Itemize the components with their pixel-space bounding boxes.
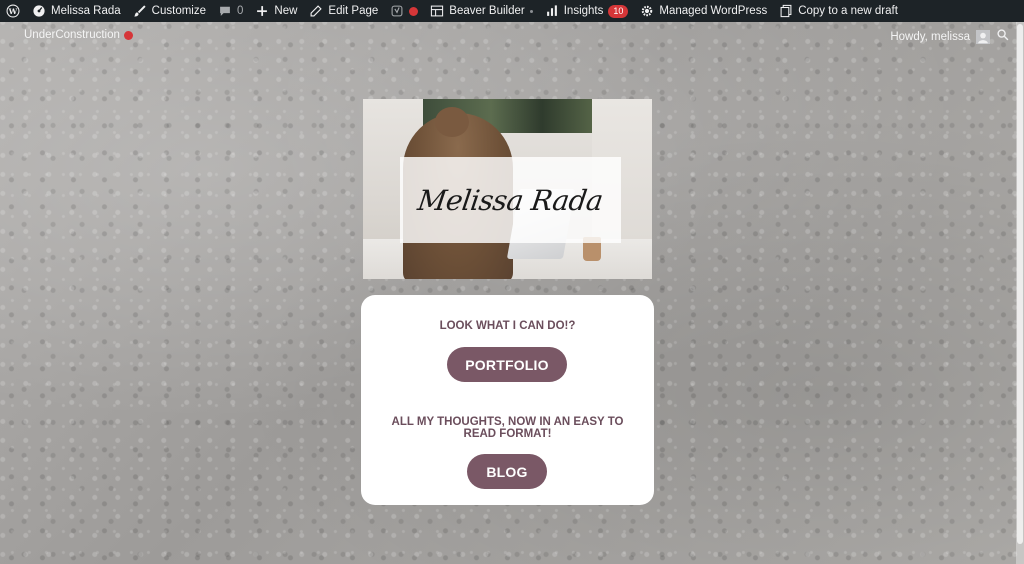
copy-draft-label: Copy to a new draft: [798, 5, 898, 17]
hero-image: Melissa Rada: [363, 99, 652, 279]
yoast-icon: [390, 4, 404, 18]
new-content-button[interactable]: New: [249, 0, 303, 22]
under-construction-status-dot: [123, 30, 133, 40]
edit-page-button[interactable]: Edit Page: [303, 0, 384, 22]
dashboard-gauge-icon: [32, 4, 46, 18]
svg-text:W: W: [8, 7, 18, 16]
beaver-builder-label: Beaver Builder: [449, 5, 525, 17]
links-card: LOOK WHAT I CAN DO!? PORTFOLIO ALL MY TH…: [361, 295, 654, 505]
sub-bar: UnderConstruction Howdy, melissa: [0, 24, 1024, 48]
managed-wordpress-label: Managed WordPress: [659, 5, 768, 17]
admin-bar: W Melissa Rada Customize 0 New Edit Page: [0, 0, 1024, 22]
site-name-label: Melissa Rada: [51, 5, 121, 17]
copy-draft-button[interactable]: Copy to a new draft: [773, 0, 904, 22]
signature-overlay: Melissa Rada: [400, 157, 621, 243]
portfolio-button[interactable]: PORTFOLIO: [447, 347, 567, 382]
customize-button[interactable]: Customize: [127, 0, 212, 22]
managed-wordpress-button[interactable]: Managed WordPress: [634, 0, 773, 22]
blog-button[interactable]: BLOG: [467, 454, 547, 489]
paintbrush-icon: [133, 4, 147, 18]
portfolio-heading: LOOK WHAT I CAN DO!?: [439, 320, 576, 332]
insights-label: Insights: [563, 5, 604, 17]
bar-chart-icon: [545, 4, 559, 18]
site-name-menu[interactable]: Melissa Rada: [26, 0, 127, 22]
builder-status-dot: [529, 9, 533, 13]
signature-logo: Melissa Rada: [415, 183, 606, 217]
wordpress-icon: W: [6, 4, 20, 18]
user-account-menu[interactable]: Howdy, melissa: [890, 28, 1010, 45]
gear-icon: [640, 4, 654, 18]
customize-label: Customize: [151, 5, 206, 17]
insights-badge: 10: [608, 4, 629, 18]
new-label: New: [274, 5, 298, 17]
hair-bun: [435, 107, 469, 137]
yoast-seo-button[interactable]: [384, 0, 424, 22]
copy-pages-icon: [779, 4, 793, 18]
comments-count: 0: [237, 5, 244, 17]
insights-button[interactable]: Insights 10: [539, 0, 635, 22]
under-construction-label: UnderConstruction: [24, 29, 120, 41]
scrollbar-thumb[interactable]: [1017, 24, 1023, 544]
edit-page-label: Edit Page: [328, 5, 379, 17]
avatar: [976, 29, 990, 44]
blog-heading: ALL MY THOUGHTS, NOW IN AN EASY TO READ …: [391, 416, 624, 440]
plus-icon: [255, 4, 269, 18]
search-icon[interactable]: [996, 28, 1010, 45]
wordpress-logo-button[interactable]: W: [0, 0, 26, 22]
pencil-icon: [309, 4, 323, 18]
under-construction-toggle[interactable]: UnderConstruction: [24, 29, 133, 41]
layout-grid-icon: [430, 4, 444, 18]
beaver-builder-button[interactable]: Beaver Builder: [424, 0, 538, 22]
howdy-label: Howdy, melissa: [890, 30, 970, 43]
seo-status-dot: [409, 6, 419, 16]
comments-button[interactable]: 0: [212, 0, 249, 22]
comment-bubble-icon: [218, 4, 232, 18]
